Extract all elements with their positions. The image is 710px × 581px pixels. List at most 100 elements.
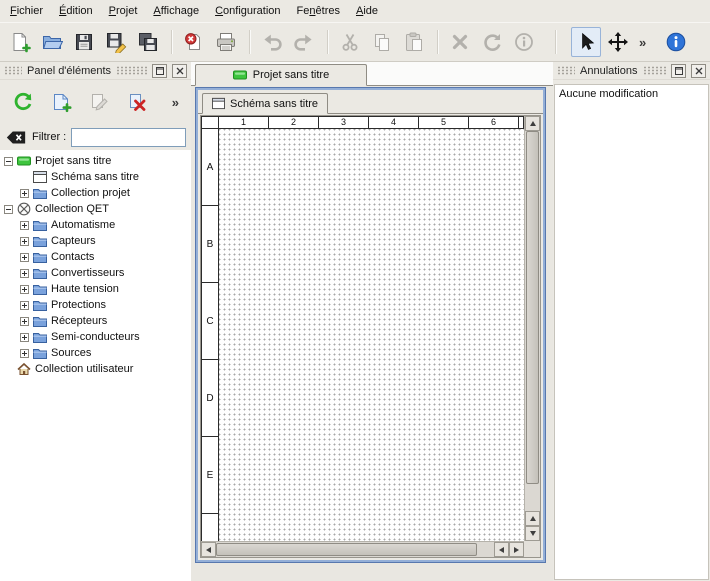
horizontal-scrollbar[interactable] — [201, 541, 524, 557]
dock-grip[interactable] — [643, 66, 667, 75]
new-document-button[interactable] — [5, 27, 35, 57]
column-header: 2 — [269, 117, 319, 128]
tree-item-collection-qet[interactable]: Collection QET — [0, 201, 191, 217]
minus-box-icon[interactable] — [4, 205, 13, 214]
undo-button[interactable] — [257, 27, 287, 57]
close-document-button[interactable] — [179, 27, 209, 57]
new-element-button[interactable] — [46, 87, 76, 117]
plus-box-icon[interactable] — [20, 221, 29, 230]
project-tabbar: Projet sans titre — [191, 62, 553, 86]
tree-item-haute-tension[interactable]: Haute tension — [0, 281, 191, 297]
tree-item-automatisme[interactable]: Automatisme — [0, 217, 191, 233]
about-button[interactable] — [661, 27, 691, 57]
menu-edition[interactable]: Édition — [51, 2, 101, 20]
plus-box-icon[interactable] — [20, 317, 29, 326]
filter-input[interactable] — [71, 128, 186, 147]
reload-icon — [12, 91, 34, 113]
plus-box-icon[interactable] — [20, 301, 29, 310]
info-button[interactable] — [509, 27, 539, 57]
row-header: A — [202, 129, 218, 206]
horizontal-scroll-thumb[interactable] — [216, 543, 477, 556]
diagram-canvas[interactable]: 123456 ABCDE — [201, 116, 524, 541]
open-button[interactable] — [37, 27, 67, 57]
clear-filter-icon[interactable] — [5, 130, 27, 145]
menu-aide[interactable]: Aide — [348, 2, 386, 20]
menubar: FichierÉditionProjetAffichageConfigurati… — [0, 0, 710, 22]
menu-configuration[interactable]: Configuration — [207, 2, 288, 20]
redo-button[interactable] — [289, 27, 319, 57]
save-button[interactable] — [69, 27, 99, 57]
tree-item-protections[interactable]: Protections — [0, 297, 191, 313]
folder-icon — [33, 266, 47, 280]
menu-affichage[interactable]: Affichage — [145, 2, 207, 20]
vertical-scroll-thumb[interactable] — [526, 131, 539, 484]
cut-button[interactable] — [335, 27, 365, 57]
scroll-left-button-right[interactable] — [494, 542, 509, 557]
undo-list-item[interactable]: Aucune modification — [555, 85, 708, 103]
dock-grip[interactable] — [557, 66, 575, 75]
close-panel-button[interactable] — [691, 64, 706, 78]
tab-schema-sans-titre[interactable]: Schéma sans titre — [202, 93, 328, 114]
panel-toolbar-overflow[interactable]: » — [168, 95, 183, 110]
delete-icon — [449, 31, 471, 53]
plus-box-icon[interactable] — [20, 269, 29, 278]
menu-projet[interactable]: Projet — [101, 2, 146, 20]
horizontal-scroll-track[interactable] — [216, 542, 494, 557]
vertical-scroll-track[interactable] — [525, 131, 540, 511]
scroll-right-button[interactable] — [509, 542, 524, 557]
column-header-filler — [519, 117, 523, 128]
vertical-scrollbar[interactable] — [524, 116, 540, 541]
row-header: E — [202, 437, 218, 514]
edit-element-button[interactable] — [84, 87, 114, 117]
print-button[interactable] — [211, 27, 241, 57]
plus-box-icon[interactable] — [20, 189, 29, 198]
tree-item-convertisseurs[interactable]: Convertisseurs — [0, 265, 191, 281]
minus-box-icon[interactable] — [4, 157, 13, 166]
delete-button[interactable] — [445, 27, 475, 57]
plus-box-icon[interactable] — [20, 253, 29, 262]
move-button[interactable] — [603, 27, 633, 57]
scroll-left-button[interactable] — [201, 542, 216, 557]
tree-item-capteurs[interactable]: Capteurs — [0, 233, 191, 249]
rotate-button[interactable] — [477, 27, 507, 57]
tab-projet-sans-titre[interactable]: Projet sans titre — [195, 64, 367, 86]
plus-box-icon[interactable] — [20, 237, 29, 246]
select-button[interactable] — [571, 27, 601, 57]
tree-item-semi-conducteurs[interactable]: Semi-conducteurs — [0, 329, 191, 345]
menu-fenetres[interactable]: Fenêtres — [289, 2, 348, 20]
tree-item-collection-utilisateur[interactable]: Collection utilisateur — [0, 361, 191, 377]
dock-grip[interactable] — [116, 66, 147, 75]
plus-box-icon[interactable] — [20, 285, 29, 294]
scroll-down-button[interactable] — [525, 526, 540, 541]
tree-item-recepteurs[interactable]: Récepteurs — [0, 313, 191, 329]
scroll-up-button-bottom[interactable] — [525, 511, 540, 526]
tree-item-collection-projet[interactable]: Collection projet — [0, 185, 191, 201]
plus-box-icon[interactable] — [20, 333, 29, 342]
left-arrow-icon — [206, 547, 211, 553]
save-as-button[interactable] — [101, 27, 131, 57]
tree-item-contacts[interactable]: Contacts — [0, 249, 191, 265]
reload-button[interactable] — [8, 87, 38, 117]
scroll-up-button[interactable] — [525, 116, 540, 131]
up-arrow-icon — [530, 121, 536, 126]
copy-button[interactable] — [367, 27, 397, 57]
left-arrow-icon — [499, 547, 504, 553]
redo-icon — [293, 31, 315, 53]
paste-button[interactable] — [399, 27, 429, 57]
toolbar-overflow[interactable]: » — [635, 35, 650, 50]
filter-label: Filtrer : — [32, 131, 66, 143]
tree-item-schema-sans-titre[interactable]: Schéma sans titre — [0, 169, 191, 185]
menu-fichier[interactable]: Fichier — [2, 2, 51, 20]
plus-box-icon[interactable] — [20, 349, 29, 358]
delete-element-button[interactable] — [122, 87, 152, 117]
undo-icon — [261, 31, 283, 53]
save-all-button[interactable] — [133, 27, 163, 57]
float-panel-button[interactable] — [671, 64, 686, 78]
row-header-filler — [202, 514, 218, 541]
close-panel-button[interactable] — [172, 64, 187, 78]
float-panel-button[interactable] — [152, 64, 167, 78]
float-icon — [155, 66, 165, 76]
tree-item-sources[interactable]: Sources — [0, 345, 191, 361]
dock-grip[interactable] — [4, 66, 22, 75]
tree-item-projet-sans-titre[interactable]: Projet sans titre — [0, 153, 191, 169]
